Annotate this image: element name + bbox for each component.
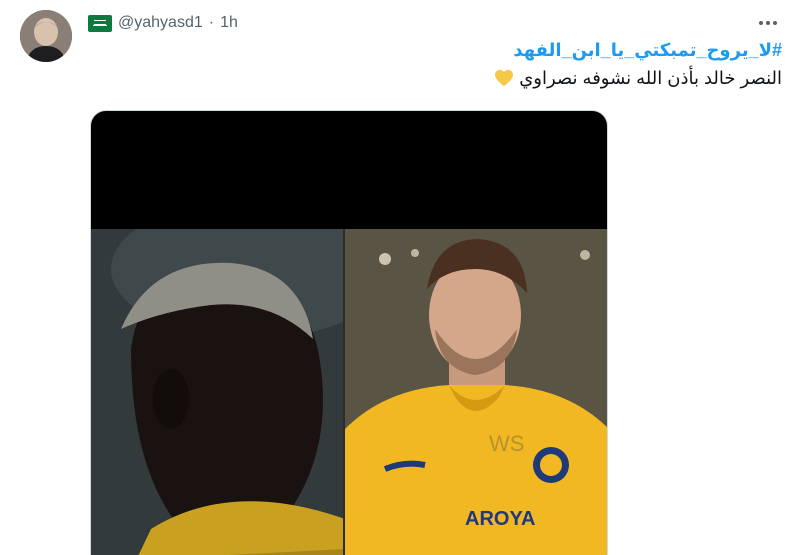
tweet-card[interactable]: @yahyasd1 · 1h #لا_يروح_تمبكتي_يا_ابن_ال… xyxy=(0,0,800,555)
player-photo-right: AROYA WS xyxy=(345,229,607,555)
shirt-badge-text: WS xyxy=(489,431,524,456)
time-separator: · xyxy=(208,14,215,31)
player-photo-left xyxy=(91,229,345,555)
saudi-flag-icon xyxy=(88,14,112,32)
author-handle[interactable]: @yahyasd1 xyxy=(118,14,203,32)
player-left-image xyxy=(91,229,345,555)
tweet-text: النصر خالد بأذن الله نشوفه نصراوي xyxy=(490,68,782,89)
player-right-image: AROYA WS xyxy=(345,229,607,555)
hashtag-link[interactable]: #لا_يروح_تمبكتي_يا_ابن_الفهد xyxy=(513,40,782,61)
author-avatar[interactable] xyxy=(20,10,72,62)
tweet-header: @yahyasd1 · 1h xyxy=(88,12,238,34)
more-options-icon[interactable] xyxy=(756,12,780,34)
tweet-media[interactable]: AROYA WS xyxy=(90,110,608,555)
tweet-body: النصر خالد بأذن الله نشوفه نصراوي xyxy=(519,68,782,88)
shirt-sponsor-text: AROYA xyxy=(465,508,535,530)
yellow-heart-icon xyxy=(495,69,514,87)
tweet-time[interactable]: 1h xyxy=(220,14,238,32)
avatar-icon xyxy=(20,10,72,62)
